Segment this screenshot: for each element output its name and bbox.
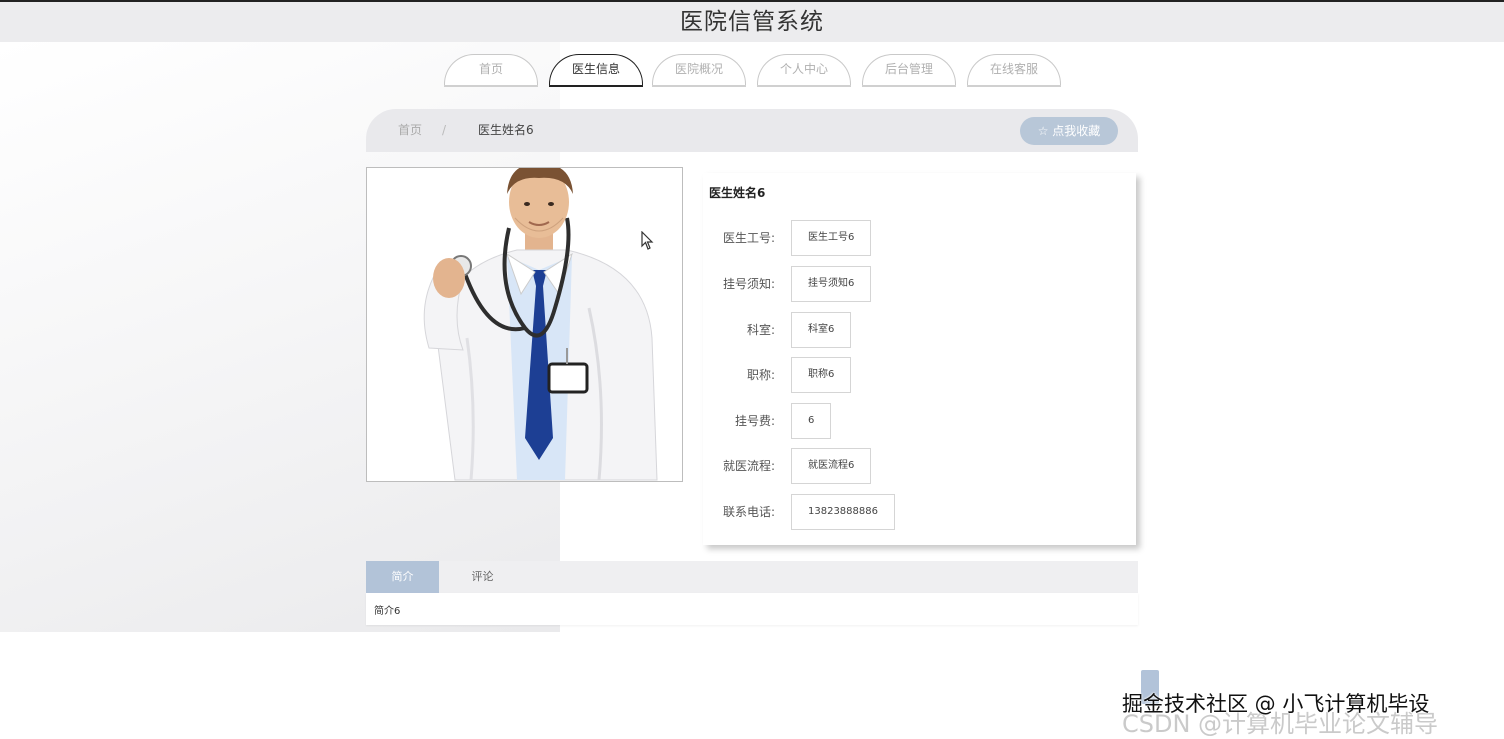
field-label: 职称: <box>746 368 775 382</box>
field-label: 挂号须知: <box>722 277 775 291</box>
doctor-portrait-icon <box>423 168 658 481</box>
site-header: 医院信管系统 <box>0 2 1504 42</box>
favorite-button[interactable]: ☆ 点我收藏 <box>1020 117 1118 145</box>
site-title: 医院信管系统 <box>680 9 824 35</box>
doctor-photo <box>366 167 683 482</box>
doctor-id-value: 医生工号6 <box>791 220 872 256</box>
nav-item-online-service[interactable]: 在线客服 <box>967 54 1061 85</box>
intro-text: 简介6 <box>374 606 401 617</box>
registration-fee-value: 6 <box>791 403 832 439</box>
nav-item-hospital-overview[interactable]: 医院概况 <box>652 54 746 85</box>
field-label: 就医流程: <box>722 459 775 473</box>
nav-item-home[interactable]: 首页 <box>444 54 538 85</box>
treatment-process-value: 就医流程6 <box>791 448 872 484</box>
main-nav: 首页 医生信息 医院概况 个人中心 后台管理 在线客服 <box>0 54 1504 86</box>
notice-value: 挂号须知6 <box>791 266 872 302</box>
mouse-cursor-icon <box>641 231 654 250</box>
watermark-primary: 掘金技术社区 @ 小飞计算机毕设 <box>1122 692 1430 716</box>
phone-value: 13823888886 <box>791 494 895 530</box>
detail-tabs: 简介 评论 <box>366 561 1138 593</box>
breadcrumb-separator: / <box>442 123 447 137</box>
job-title-value: 职称6 <box>791 357 852 393</box>
window-top-border <box>0 0 1504 2</box>
tab-intro[interactable]: 简介 <box>366 561 439 593</box>
tab-comments[interactable]: 评论 <box>446 561 519 593</box>
field-label: 医生工号: <box>722 231 775 245</box>
field-label: 挂号费: <box>734 414 775 428</box>
department-value: 科室6 <box>791 312 852 348</box>
field-label: 联系电话: <box>722 505 775 519</box>
nav-item-admin[interactable]: 后台管理 <box>862 54 956 85</box>
nav-item-doctor-info[interactable]: 医生信息 <box>549 54 643 85</box>
doctor-name: 医生姓名6 <box>709 186 766 200</box>
doctor-info-panel: 医生姓名6 医生工号: 医生工号6 挂号须知: 挂号须知6 科室: 科室6 职称… <box>703 173 1136 545</box>
breadcrumb-home-link[interactable]: 首页 <box>398 109 422 152</box>
breadcrumb-current: 医生姓名6 <box>478 123 534 137</box>
tab-content: 简介6 <box>366 593 1138 625</box>
breadcrumb: 首页 / 医生姓名6 ☆ 点我收藏 <box>366 109 1138 152</box>
field-label: 科室: <box>746 323 775 337</box>
nav-item-personal-center[interactable]: 个人中心 <box>757 54 851 85</box>
